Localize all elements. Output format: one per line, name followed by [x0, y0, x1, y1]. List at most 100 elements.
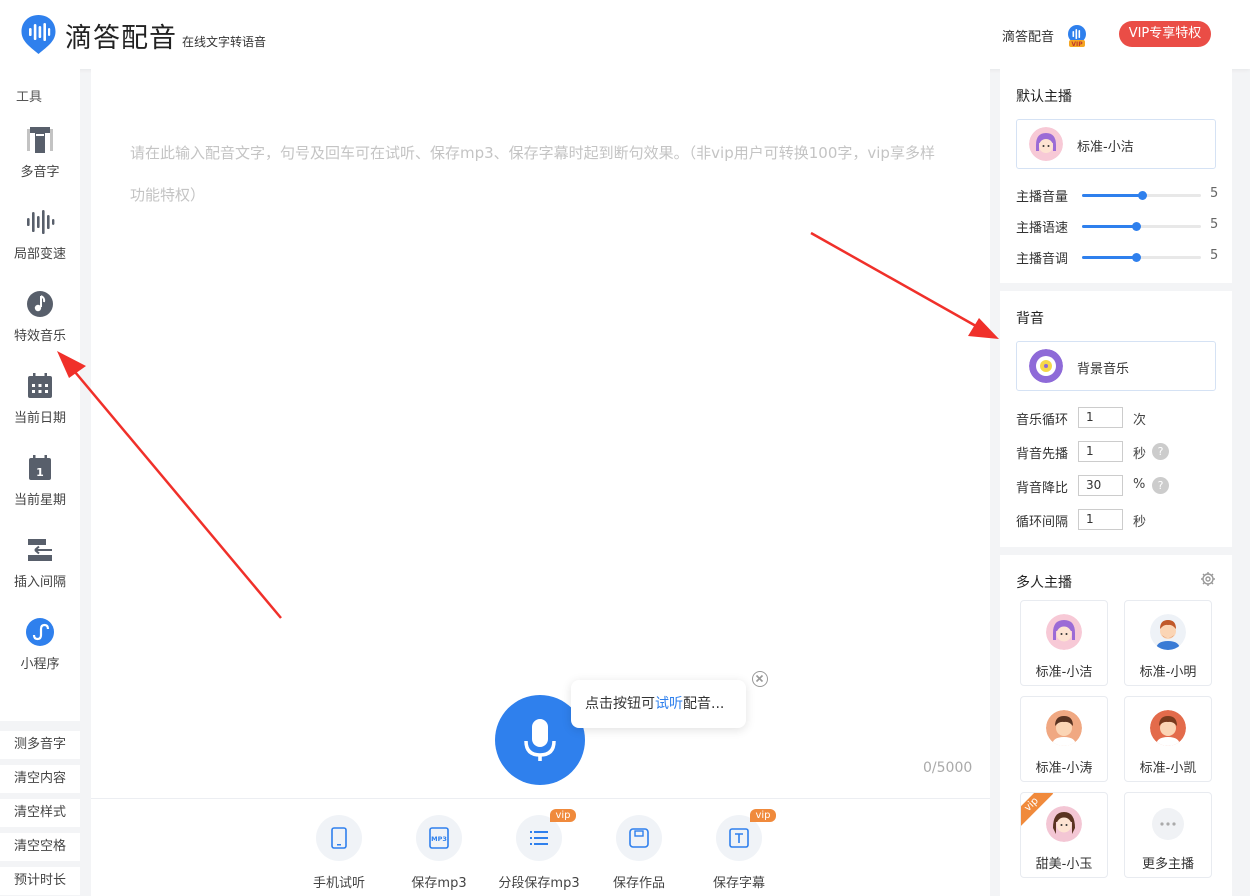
slider-track[interactable] — [1082, 222, 1201, 231]
save-work-button[interactable]: 保存作品 — [589, 815, 689, 891]
help-icon[interactable]: ? — [1152, 443, 1169, 460]
tool-label: 局部变速 — [13, 247, 66, 262]
preview-tip: 点击按钮可试听配音... — [571, 680, 746, 728]
action-label: 手机试听 — [312, 876, 365, 891]
text-editor[interactable]: 请在此输入配音文字，句号及回车可在试听、保存mp3、保存字幕时起到断句效果。（非… — [91, 69, 990, 798]
anchor-voice-name: 标准-小洁 — [1077, 140, 1134, 155]
bgm-card: 背音 背景音乐 音乐循环 1 次背音先播 1 秒? 背音降比 30%? 循环间隔 1 秒 — [1000, 291, 1232, 547]
save-subtitle-button[interactable]: vip 保存字幕 — [689, 809, 789, 891]
tool-current-date[interactable]: 当前日期 — [0, 371, 80, 441]
multi-anchor-title: 多人主播 — [1016, 575, 1072, 591]
save-icon — [629, 828, 649, 848]
close-icon — [755, 674, 764, 683]
subtitle-icon — [729, 828, 749, 848]
tip-text: 点击按钮可 — [585, 696, 655, 712]
bgm-setting-unit: 次 — [1133, 413, 1147, 428]
slider-track[interactable] — [1082, 253, 1201, 262]
voice-card-xiaoming[interactable]: 标准-小明 — [1124, 600, 1212, 686]
tool-label: 特效音乐 — [13, 329, 66, 344]
bgm-setting-label: 循环间隔 — [1016, 515, 1069, 530]
default-anchor-card: 默认主播 标准-小洁 主播音量 5 主播语速 5 主播音调 5 — [1000, 69, 1232, 283]
bgm-setting-unit: % — [1133, 477, 1146, 492]
more-voices-button[interactable]: 更多主播 — [1124, 792, 1212, 878]
clear-content-button[interactable]: 清空内容 — [0, 765, 80, 793]
vip-badge: vip — [550, 809, 576, 822]
vip-avatar-icon[interactable]: VIP — [1066, 24, 1088, 48]
tools-sidebar: 工具 多音字 局部变速 特效音乐 当前日期 1 当前星期 插入间隔 小程序 — [0, 69, 80, 721]
editor-placeholder: 请在此输入配音文字，句号及回车可在试听、保存mp3、保存字幕时起到断句效果。（非… — [130, 144, 935, 204]
list-icon — [530, 831, 548, 845]
voice-label: 标准-小明 — [1139, 665, 1197, 680]
tool-label: 插入间隔 — [13, 575, 66, 590]
anchor-voice-select[interactable]: 标准-小洁 — [1016, 119, 1216, 169]
music-note-icon — [27, 291, 53, 317]
male-avatar-icon — [1150, 614, 1186, 650]
slider-fill — [1082, 194, 1142, 197]
bgm-setting-input[interactable]: 1 — [1078, 509, 1123, 530]
voice-card-xiaoyu[interactable]: vip 甜美-小玉 — [1020, 792, 1108, 878]
slider-row: 主播音量 5 — [1016, 185, 1222, 205]
female-avatar-icon — [1029, 127, 1063, 161]
tool-effect-music[interactable]: 特效音乐 — [0, 289, 80, 359]
bgm-setting-unit: 秒 — [1133, 447, 1147, 462]
tool-speed[interactable]: 局部变速 — [0, 207, 80, 277]
mini-program-icon — [26, 618, 54, 646]
slider-handle[interactable] — [1137, 191, 1147, 200]
bgm-setting-row: 背音降比 30%? — [1016, 475, 1222, 497]
bgm-title: 背音 — [1016, 311, 1044, 327]
voice-label: 甜美-小玉 — [1035, 857, 1093, 872]
tool-label: 多音字 — [20, 165, 60, 180]
bgm-setting-input[interactable]: 30 — [1078, 475, 1123, 496]
multi-anchor-card: 多人主播 标准-小洁 标准-小明 标准-小涛 标准-小凯 vip 甜美-小玉 更… — [1000, 555, 1232, 896]
slider-track[interactable] — [1082, 191, 1201, 200]
slider-handle[interactable] — [1131, 222, 1141, 231]
slider-value: 5 — [1210, 217, 1219, 232]
voice-label: 更多主播 — [1141, 857, 1194, 872]
tool-current-week[interactable]: 1 当前星期 — [0, 453, 80, 523]
estimate-duration-button[interactable]: 预计时长 — [0, 867, 80, 895]
bgm-setting-input[interactable]: 1 — [1078, 441, 1123, 462]
tool-label: 小程序 — [20, 657, 60, 672]
tool-label: 当前日期 — [13, 411, 66, 426]
clear-spaces-button[interactable]: 清空空格 — [0, 833, 80, 861]
bgm-select[interactable]: 背景音乐 — [1016, 341, 1216, 391]
phone-preview-button[interactable]: 手机试听 — [289, 815, 389, 891]
bgm-setting-input[interactable]: 1 — [1078, 407, 1123, 428]
bgm-setting-unit: 秒 — [1133, 515, 1147, 530]
char-counter: 0/5000 — [923, 760, 973, 776]
slider-handle[interactable] — [1131, 253, 1141, 262]
default-anchor-title: 默认主播 — [1016, 89, 1072, 105]
mp3-file-icon: MP3 — [429, 827, 449, 849]
tip-close-button[interactable] — [752, 671, 768, 687]
logo-icon — [21, 15, 56, 54]
check-polyphone-button[interactable]: 测多音字 — [0, 731, 80, 759]
bgm-setting-row: 背音先播 1 秒? — [1016, 441, 1222, 463]
slider-value: 5 — [1210, 248, 1219, 263]
tool-mini-program[interactable]: 小程序 — [0, 617, 80, 687]
svg-text:VIP: VIP — [1071, 41, 1083, 48]
bgm-setting-label: 背音先播 — [1016, 447, 1069, 462]
tool-insert-pause[interactable]: 插入间隔 — [0, 535, 80, 605]
vip-privilege-button[interactable]: VIP专享特权 — [1119, 21, 1211, 47]
slider-label: 主播语速 — [1016, 221, 1069, 236]
action-label: 保存字幕 — [712, 876, 765, 891]
voice-label: 标准-小洁 — [1035, 665, 1093, 680]
tool-polyphone[interactable]: 多音字 — [0, 125, 80, 195]
bgm-name: 背景音乐 — [1077, 362, 1130, 377]
voice-card-xiaotao[interactable]: 标准-小涛 — [1020, 696, 1108, 782]
bgm-setting-label: 音乐循环 — [1016, 413, 1069, 428]
save-mp3-button[interactable]: MP3 保存mp3 — [389, 815, 489, 891]
gear-icon[interactable] — [1200, 571, 1216, 587]
waveform-icon — [27, 210, 55, 234]
top-header: 滴答配音 在线文字转语音 滴答配音 VIP VIP专享特权 — [0, 0, 1250, 69]
action-label: 分段保存mp3 — [498, 876, 580, 891]
clear-style-button[interactable]: 清空样式 — [0, 799, 80, 827]
user-name[interactable]: 滴答配音 — [1002, 26, 1054, 45]
vip-badge: vip — [750, 809, 776, 822]
voice-card-xiaokai[interactable]: 标准-小凯 — [1124, 696, 1212, 782]
slider-label: 主播音调 — [1016, 252, 1069, 267]
segment-save-mp3-button[interactable]: vip 分段保存mp3 — [489, 809, 589, 891]
voice-label: 标准-小凯 — [1139, 761, 1197, 776]
help-icon[interactable]: ? — [1152, 477, 1169, 494]
voice-card-xiaojie[interactable]: 标准-小洁 — [1020, 600, 1108, 686]
